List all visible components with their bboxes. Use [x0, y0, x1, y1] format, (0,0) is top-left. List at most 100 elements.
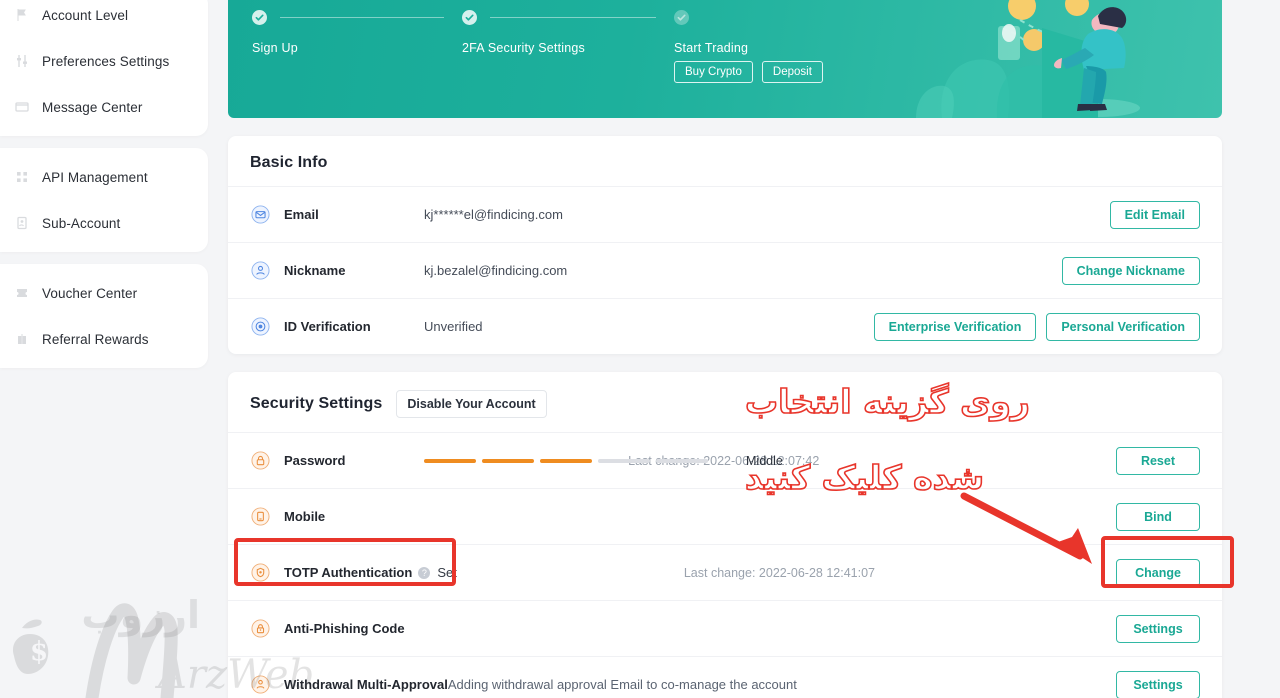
strength-segment [482, 458, 534, 463]
row-actions: Change Nickname [1061, 256, 1200, 285]
step-label: Start Trading [674, 41, 749, 55]
security-row-mobile: Mobile Bind [228, 488, 1222, 544]
change-totp-button[interactable]: Change [1116, 558, 1200, 587]
buy-crypto-button[interactable]: Buy Crypto [674, 61, 753, 83]
security-settings-card: Security Settings Disable Your Account P… [228, 372, 1222, 698]
step-connector-line [490, 17, 656, 18]
row-label: Mobile [284, 509, 326, 524]
user-circle-icon [250, 261, 270, 281]
phone-icon [250, 507, 270, 527]
ticket-icon [14, 285, 30, 301]
row-label: Withdrawal Multi-Approval [284, 677, 448, 692]
bind-mobile-button[interactable]: Bind [1116, 502, 1200, 531]
row-label: TOTP Authentication [284, 565, 413, 580]
sidebar-item-label: Referral Rewards [42, 331, 149, 347]
last-change-label: Last change: [683, 565, 756, 580]
password-strength-meter [424, 458, 708, 463]
onboarding-banner: Sign Up 2FA Security Settings Start Trad… [228, 0, 1222, 118]
sidebar-item-voucher-center[interactable]: Voucher Center [0, 270, 208, 316]
row-actions: Enterprise Verification Personal Verific… [873, 312, 1200, 341]
totp-status: Set [437, 565, 457, 580]
step-connector-line [280, 17, 444, 18]
sidebar-item-api-management[interactable]: API Management [0, 154, 208, 200]
row-actions: Change [1116, 558, 1200, 587]
disable-your-account-button[interactable]: Disable Your Account [396, 390, 547, 418]
basic-info-row-email: Email kj******el@findicing.com Edit Emai… [228, 186, 1222, 242]
row-label: Anti-Phishing Code [284, 621, 405, 636]
person-shield-icon [250, 675, 270, 695]
strength-segment [656, 458, 708, 463]
email-value: kj******el@findicing.com [424, 207, 563, 222]
withdrawal-settings-button[interactable]: Settings [1116, 670, 1200, 698]
security-settings-title: Security Settings [250, 395, 383, 412]
basic-info-row-id-verification: ID Verification Unverified Enterprise Ve… [228, 298, 1222, 354]
deposit-button[interactable]: Deposit [761, 61, 823, 83]
check-circle-icon-pending [674, 10, 689, 25]
row-actions: Bind [1116, 502, 1200, 531]
strength-segment [540, 458, 592, 463]
sidebar-item-label: API Management [42, 169, 148, 185]
security-settings-header: Security Settings Disable Your Account [228, 372, 1222, 432]
step-label: Sign Up [252, 41, 298, 55]
nickname-value: kj.bezalel@findicing.com [424, 263, 568, 278]
sidebar-item-preferences-settings[interactable]: Preferences Settings [0, 38, 208, 84]
sidebar-item-sub-account[interactable]: Sub-Account [0, 200, 208, 246]
row-actions: Reset [1115, 446, 1200, 475]
reset-password-button[interactable]: Reset [1115, 446, 1200, 475]
edit-email-button[interactable]: Edit Email [1109, 200, 1200, 229]
sidebar-group-3: Voucher Center Referral Rewards [0, 264, 208, 368]
personal-verification-button[interactable]: Personal Verification [1046, 312, 1200, 341]
id-badge-icon [250, 317, 270, 337]
flag-icon [14, 7, 30, 23]
security-row-withdrawal-multi-approval: Withdrawal Multi-Approval Adding withdra… [228, 656, 1222, 698]
sidebar: Account Level Preferences Settings Messa… [0, 0, 208, 698]
check-circle-icon [252, 10, 267, 25]
basic-info-card: Basic Info Email kj******el@findicing.co… [228, 136, 1222, 354]
row-label: ID Verification [284, 319, 371, 334]
envelope-icon [250, 205, 270, 225]
onboarding-steps: Sign Up 2FA Security Settings Start Trad… [252, 10, 1222, 83]
password-strength-label: Middle [746, 453, 783, 468]
step-label: 2FA Security Settings [462, 41, 586, 55]
user-card-icon [14, 215, 30, 231]
shield-icon [250, 563, 270, 583]
change-nickname-button[interactable]: Change Nickname [1061, 256, 1200, 285]
row-label: Password [284, 453, 346, 468]
id-verification-status: Unverified [424, 319, 483, 334]
totp-last-change: Last change: 2022-06-28 12:41:07 [684, 566, 875, 580]
step-sign-up: Sign Up [252, 10, 462, 83]
sidebar-item-message-center[interactable]: Message Center [0, 84, 208, 130]
lock-icon [250, 451, 270, 471]
security-row-totp-authentication: TOTP Authentication ? Set Last change: 2… [228, 544, 1222, 600]
withdrawal-description: Adding withdrawal approval Email to co-m… [447, 677, 797, 692]
gift-icon [14, 331, 30, 347]
sidebar-item-label: Message Center [42, 99, 143, 115]
sliders-icon [14, 53, 30, 69]
sidebar-item-label: Account Level [42, 7, 129, 23]
row-label: Email [284, 207, 319, 222]
enterprise-verification-button[interactable]: Enterprise Verification [873, 312, 1037, 341]
step-2fa-security-settings: 2FA Security Settings [462, 10, 674, 83]
help-circle-icon[interactable]: ? [418, 566, 431, 579]
basic-info-row-nickname: Nickname kj.bezalel@findicing.com Change… [228, 242, 1222, 298]
row-actions: Settings [1116, 614, 1200, 643]
grid-icon [14, 169, 30, 185]
main-content: Sign Up 2FA Security Settings Start Trad… [228, 0, 1222, 698]
row-actions: Edit Email [1109, 200, 1200, 229]
sidebar-item-referral-rewards[interactable]: Referral Rewards [0, 316, 208, 362]
sidebar-group-2: API Management Sub-Account [0, 148, 208, 252]
check-circle-icon [462, 10, 477, 25]
anti-phishing-settings-button[interactable]: Settings [1116, 614, 1200, 643]
sidebar-item-account-level[interactable]: Account Level [0, 0, 208, 38]
sidebar-item-label: Voucher Center [42, 285, 138, 301]
sidebar-group-1: Account Level Preferences Settings Messa… [0, 0, 208, 136]
security-row-password: Password Middle Last change: 2022-06-28 … [228, 432, 1222, 488]
basic-info-header: Basic Info [228, 136, 1222, 186]
strength-segment [424, 458, 476, 463]
start-trading-actions: Buy Crypto Deposit [674, 61, 924, 83]
lock-key-icon [250, 619, 270, 639]
row-actions: Settings [1116, 670, 1200, 698]
page-title: Basic Info [250, 154, 328, 171]
sidebar-item-label: Sub-Account [42, 215, 121, 231]
step-start-trading: Start Trading Buy Crypto Deposit [674, 10, 924, 83]
